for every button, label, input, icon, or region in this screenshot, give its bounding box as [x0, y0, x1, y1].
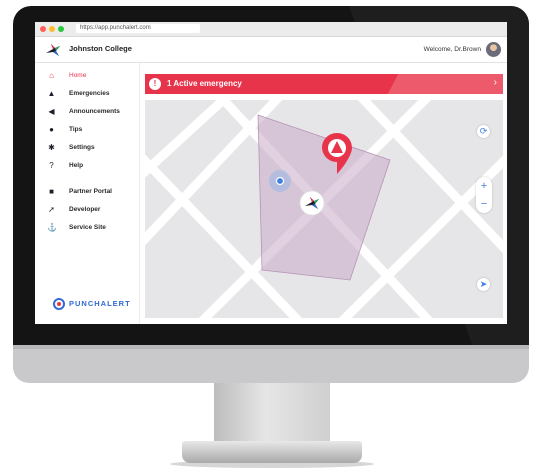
user-location-dot — [275, 176, 285, 186]
briefcase-icon: ■ — [49, 187, 54, 196]
sidebar-item-label: Tips — [69, 126, 83, 133]
sidebar-item-label: Settings — [69, 144, 95, 151]
emergency-icon: ▲ — [47, 89, 56, 98]
address-bar[interactable]: https://app.punchalert.com — [76, 24, 200, 33]
sidebar-item-service-site[interactable]: ⚓ Service Site — [35, 223, 139, 235]
sidebar-item-label: Partner Portal — [69, 188, 112, 195]
sidebar-item-emergencies[interactable]: ▲ Emergencies — [35, 89, 139, 101]
campus-map[interactable]: ⟳ + − ➤ — [145, 100, 503, 318]
sidebar-item-developer[interactable]: ➚ Developer — [35, 205, 139, 217]
brand-name: PUNCHALERT — [69, 299, 131, 308]
sidebar-item-tips[interactable]: ● Tips — [35, 125, 139, 137]
sidebar-item-settings[interactable]: ✱ Settings — [35, 143, 139, 155]
help-icon: ? — [49, 161, 54, 170]
main-panel: ! 1 Active emergency › ⟳ + − ➤ — [145, 67, 503, 324]
sidebar-item-help[interactable]: ? Help — [35, 161, 139, 173]
sidebar-item-label: Help — [69, 162, 84, 169]
sidebar-item-label: Developer — [69, 206, 101, 213]
home-icon: ⌂ — [49, 71, 54, 80]
monitor-chin — [13, 345, 529, 383]
rocket-icon: ➚ — [48, 205, 55, 214]
sidebar-item-label: Home — [69, 72, 87, 79]
active-emergency-banner[interactable]: ! 1 Active emergency › — [145, 74, 503, 94]
sidebar-item-label: Announcements — [69, 108, 120, 115]
banner-highlight — [387, 74, 503, 94]
map-canvas — [145, 100, 503, 318]
punchalert-logo-icon — [53, 298, 65, 310]
alert-text: 1 Active emergency — [167, 79, 242, 88]
sidebar: ⌂ Home ▲ Emergencies ◀ Announcements ● T… — [35, 63, 140, 324]
sidebar-item-partner-portal[interactable]: ■ Partner Portal — [35, 187, 139, 199]
browser-bar: https://app.punchalert.com — [35, 22, 507, 37]
megaphone-icon: ◀ — [48, 107, 55, 116]
window-maximize-button[interactable] — [58, 26, 64, 32]
chevron-right-icon[interactable]: › — [494, 77, 497, 88]
monitor-stand-base — [182, 441, 362, 463]
avatar[interactable] — [486, 42, 501, 57]
sidebar-item-label: Emergencies — [69, 90, 110, 97]
pin-icon: ● — [49, 125, 54, 134]
sidebar-item-label: Service Site — [69, 224, 106, 231]
sidebar-item-home[interactable]: ⌂ Home — [35, 71, 139, 83]
college-name: Johnston College — [69, 44, 132, 53]
screen: https://app.punchalert.com Johnston Coll… — [35, 22, 507, 324]
window-minimize-button[interactable] — [49, 26, 55, 32]
gear-icon: ✱ — [48, 143, 55, 152]
service-icon: ⚓ — [47, 223, 57, 232]
zoom-out-button[interactable]: − — [476, 198, 492, 210]
alert-icon: ! — [149, 78, 161, 90]
locate-arrow-icon[interactable]: ➤ — [477, 278, 490, 291]
zoom-in-button[interactable]: + — [476, 180, 492, 192]
welcome-text: Welcome, Dr.Brown — [423, 46, 481, 53]
app-header: Johnston College Welcome, Dr.Brown — [35, 37, 507, 63]
window-close-button[interactable] — [40, 26, 46, 32]
monitor-chin-edge — [13, 345, 529, 349]
zoom-control: + − — [476, 177, 492, 213]
refresh-icon[interactable]: ⟳ — [477, 125, 490, 138]
monitor-stand-neck — [214, 383, 330, 443]
sidebar-item-announcements[interactable]: ◀ Announcements — [35, 107, 139, 119]
bird-logo-icon — [46, 44, 60, 56]
